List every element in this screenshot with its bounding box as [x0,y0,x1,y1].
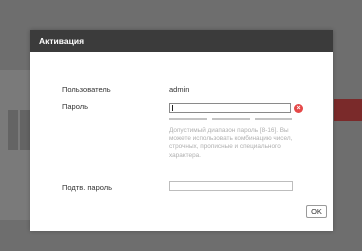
error-x-icon: × [294,104,303,113]
dialog-title: Активация [39,36,85,46]
background-red-strip [334,99,362,121]
password-input[interactable] [169,103,291,113]
password-label: Пароль [62,102,89,111]
activation-dialog: Активация Пользователь admin Пароль × До… [30,30,333,231]
dialog-header: Активация [30,30,333,52]
strength-bar-medium [212,118,250,120]
confirm-password-label: Подтв. пароль [62,183,113,192]
confirm-password-input[interactable] [169,181,293,191]
background-column [20,110,30,150]
strength-bar-strong [255,118,292,120]
ok-button[interactable]: OK [306,205,327,218]
username-value: admin [169,85,190,94]
background-column [8,110,18,150]
text-caret [172,105,173,111]
password-hint: Допустимый диапазон пароль [8-16]. Вы мо… [169,127,293,159]
username-label: Пользователь [62,85,111,94]
strength-bar-weak [169,118,207,120]
